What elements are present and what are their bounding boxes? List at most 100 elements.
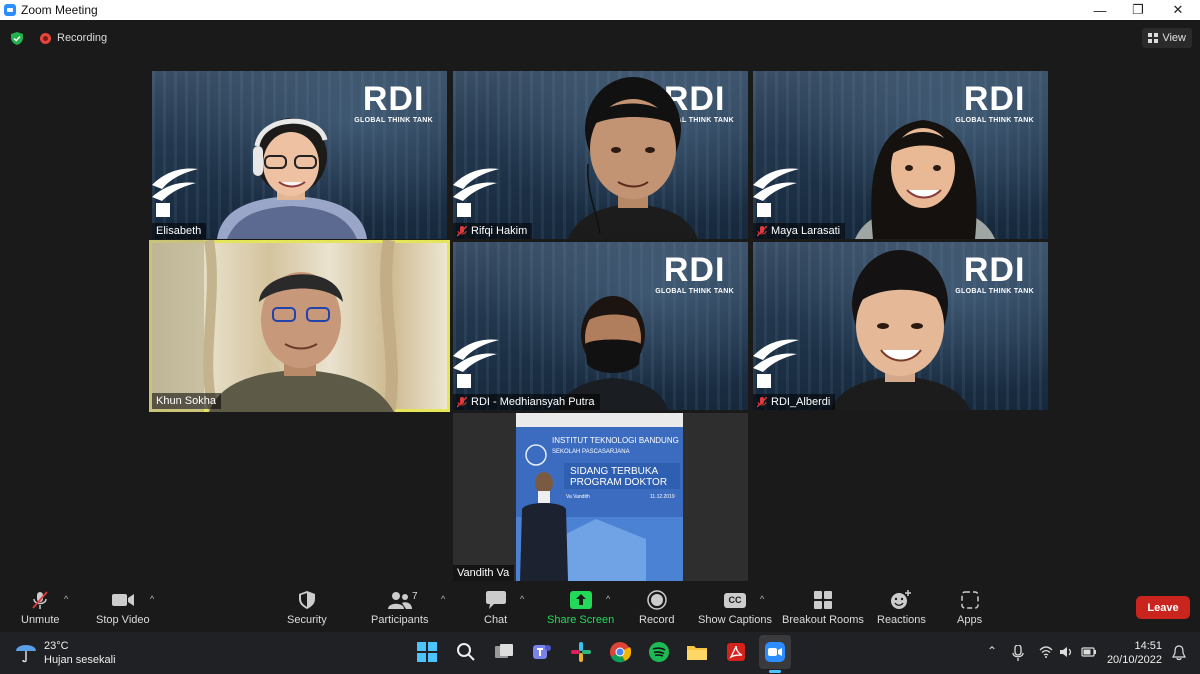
task-view-icon[interactable] bbox=[493, 641, 515, 663]
rdi-wing-logo-icon bbox=[152, 168, 198, 217]
view-button[interactable]: View bbox=[1142, 28, 1192, 48]
zoom-window: Zoom Meeting — ❐ ✕ Recording View RDI GL… bbox=[0, 0, 1200, 674]
window-title: Zoom Meeting bbox=[21, 3, 98, 17]
windows-taskbar: 23°C Hujan sesekali ⌃ 14:51 20/10/2022 bbox=[0, 632, 1200, 674]
chat-options-chevron-icon[interactable]: ^ bbox=[520, 594, 524, 604]
view-label: View bbox=[1162, 32, 1186, 44]
battery-icon[interactable] bbox=[1081, 646, 1097, 658]
video-options-chevron-icon[interactable]: ^ bbox=[150, 594, 154, 604]
recording-dot-icon bbox=[40, 32, 51, 44]
participants-icon bbox=[387, 592, 412, 609]
mic-muted-icon bbox=[757, 396, 767, 407]
record-button[interactable]: Record bbox=[639, 590, 674, 626]
video-tile-khun-sokha[interactable]: Khun Sokha bbox=[149, 240, 450, 412]
teams-icon[interactable] bbox=[531, 641, 553, 663]
security-button[interactable]: Security bbox=[287, 590, 327, 626]
tray-microphone-icon[interactable] bbox=[1012, 645, 1024, 661]
captions-options-chevron-icon[interactable]: ^ bbox=[760, 594, 764, 604]
weather-widget[interactable]: 23°C Hujan sesekali bbox=[14, 639, 116, 667]
video-tile-elisabeth[interactable]: RDI GLOBAL THINK TANK Elisabeth bbox=[152, 71, 447, 239]
zoom-active-indicator bbox=[769, 670, 781, 673]
search-icon[interactable] bbox=[455, 641, 477, 663]
meeting-info-bar: Recording View bbox=[0, 20, 1200, 56]
rdi-wing-logo-icon bbox=[753, 339, 799, 388]
zoom-taskbar-icon[interactable] bbox=[764, 641, 786, 663]
window-titlebar: Zoom Meeting — ❐ ✕ bbox=[0, 0, 1200, 20]
apps-button[interactable]: Apps bbox=[957, 590, 982, 626]
participant-video-maya-larasati bbox=[855, 120, 995, 239]
restore-button[interactable]: ❐ bbox=[1120, 0, 1156, 20]
slack-icon[interactable] bbox=[570, 641, 592, 663]
record-circle-icon bbox=[646, 590, 667, 610]
system-clock[interactable]: 14:51 20/10/2022 bbox=[1107, 639, 1162, 667]
unmute-button[interactable]: Unmute bbox=[21, 590, 60, 626]
share-screen-button[interactable]: Share Screen bbox=[547, 590, 614, 626]
participant-name-tag: Vandith Va bbox=[453, 565, 515, 581]
closed-captions-icon: CC bbox=[724, 592, 746, 608]
clock-date: 20/10/2022 bbox=[1106, 654, 1162, 666]
participants-label: Participants bbox=[371, 614, 429, 626]
wifi-icon[interactable] bbox=[1039, 646, 1053, 658]
video-camera-icon bbox=[111, 594, 134, 606]
poster-line-5: Va Vandith bbox=[566, 494, 590, 500]
recording-indicator[interactable]: Recording bbox=[40, 32, 107, 44]
tray-overflow-chevron-icon[interactable]: ⌃ bbox=[987, 644, 997, 658]
temperature: 23°C bbox=[44, 640, 69, 652]
windows-start-icon[interactable] bbox=[416, 641, 438, 663]
chrome-icon[interactable] bbox=[609, 641, 631, 663]
chat-label: Chat bbox=[484, 614, 508, 626]
file-explorer-icon[interactable] bbox=[686, 641, 708, 663]
participants-count-badge: 7 bbox=[412, 591, 418, 602]
video-tile-rdi-alberdi[interactable]: RDI GLOBAL THINK TANK RDI_Alberdi bbox=[753, 242, 1048, 410]
recording-label: Recording bbox=[57, 32, 108, 44]
minimize-button[interactable]: — bbox=[1082, 0, 1118, 20]
participant-name-tag: RDI_Alberdi bbox=[753, 394, 836, 410]
poster-line-2: SEKOLAH PASCASARJANA bbox=[552, 449, 630, 455]
encryption-shield-icon[interactable] bbox=[11, 32, 23, 45]
chat-button[interactable]: Chat bbox=[484, 590, 507, 626]
share-options-chevron-icon[interactable]: ^ bbox=[606, 594, 610, 604]
participant-video-medhiansyah-putra bbox=[558, 296, 668, 410]
participant-video-rifqi-hakim bbox=[568, 77, 698, 239]
reactions-smiley-icon bbox=[891, 590, 912, 609]
mic-muted-icon bbox=[457, 225, 467, 236]
video-tile-medhiansyah-putra[interactable]: RDI GLOBAL THINK TANK RDI - Medhiansyah … bbox=[453, 242, 748, 410]
video-tile-rifqi-hakim[interactable]: RDI GLOBAL THINK TANK Rifqi Hakim bbox=[453, 71, 748, 239]
security-shield-icon bbox=[298, 591, 315, 609]
close-button[interactable]: ✕ bbox=[1160, 0, 1196, 20]
reactions-button[interactable]: Reactions bbox=[877, 590, 926, 626]
rdi-wing-logo-icon bbox=[453, 339, 499, 388]
apps-label: Apps bbox=[957, 614, 983, 626]
participants-button[interactable]: Participants bbox=[371, 590, 428, 626]
leave-button[interactable]: Leave bbox=[1136, 596, 1190, 619]
audio-options-chevron-icon[interactable]: ^ bbox=[64, 594, 68, 604]
volume-icon[interactable] bbox=[1059, 646, 1073, 658]
participant-name-tag: Rifqi Hakim bbox=[453, 223, 533, 239]
rdi-wing-logo-icon bbox=[453, 168, 499, 217]
show-captions-label: Show Captions bbox=[698, 614, 772, 626]
participant-video-elisabeth bbox=[217, 118, 367, 239]
share-screen-label: Share Screen bbox=[547, 614, 615, 626]
acrobat-icon[interactable] bbox=[725, 641, 747, 663]
notifications-bell-icon[interactable] bbox=[1172, 645, 1186, 661]
unmute-label: Unmute bbox=[21, 614, 60, 626]
rdi-wing-logo-icon bbox=[753, 168, 799, 217]
participant-name-tag: Elisabeth bbox=[152, 223, 207, 239]
participants-options-chevron-icon[interactable]: ^ bbox=[441, 594, 445, 604]
poster-line-4: PROGRAM DOKTOR bbox=[570, 477, 667, 488]
stop-video-label: Stop Video bbox=[96, 614, 150, 626]
poster-line-6: 11.12.2019 bbox=[650, 494, 675, 500]
reactions-label: Reactions bbox=[877, 614, 926, 626]
breakout-rooms-button[interactable]: Breakout Rooms bbox=[782, 590, 864, 626]
video-tile-maya-larasati[interactable]: RDI GLOBAL THINK TANK Maya Larasati bbox=[753, 71, 1048, 239]
stop-video-button[interactable]: Stop Video bbox=[96, 590, 150, 626]
clock-time: 14:51 bbox=[1134, 640, 1162, 652]
rdi-logo: RDI GLOBAL THINK TANK bbox=[655, 251, 734, 295]
meeting-toolbar: Unmute ^ Stop Video ^ Security Participa… bbox=[0, 582, 1200, 632]
video-tile-vandith-va[interactable]: INSTITUT TEKNOLOGI BANDUNG SEKOLAH PASCA… bbox=[453, 413, 748, 581]
weather-description: Hujan sesekali bbox=[44, 654, 116, 666]
share-screen-arrow-icon bbox=[569, 591, 592, 609]
microphone-muted-icon bbox=[32, 591, 48, 609]
zoom-app-icon bbox=[4, 4, 16, 16]
spotify-icon[interactable] bbox=[648, 641, 670, 663]
